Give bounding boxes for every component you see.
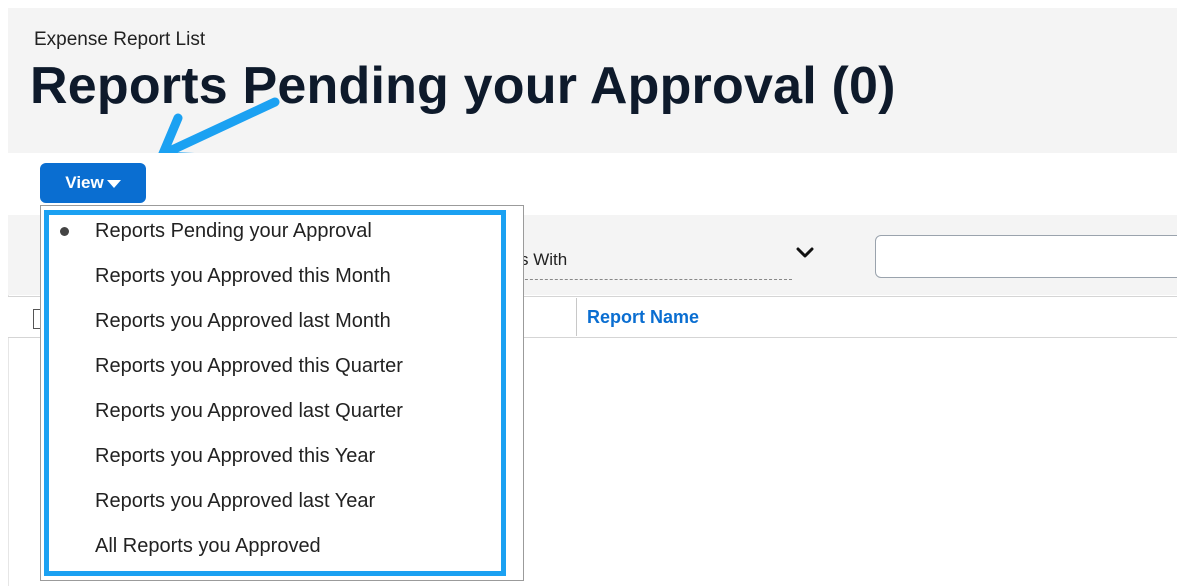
menu-item-approved-last-quarter[interactable]: Reports you Approved last Quarter	[60, 394, 403, 439]
view-button-label: View	[65, 173, 104, 192]
menu-item-label: Reports you Approved this Month	[95, 265, 391, 287]
page: Expense Report List Reports Pending your…	[0, 0, 1177, 586]
menu-item-approved-last-year[interactable]: Reports you Approved last Year	[60, 484, 403, 529]
menu-item-approved-this-year[interactable]: Reports you Approved this Year	[60, 439, 403, 484]
search-input[interactable]	[875, 235, 1177, 278]
caret-down-icon	[106, 180, 121, 188]
menu-item-label: Reports you Approved last Quarter	[95, 400, 403, 422]
menu-item-approved-last-month[interactable]: Reports you Approved last Month	[60, 304, 403, 349]
view-button[interactable]: View	[40, 163, 146, 203]
breadcrumb[interactable]: Expense Report List	[34, 29, 205, 51]
menu-item-label: Reports Pending your Approval	[95, 220, 372, 242]
menu-item-label: Reports you Approved this Quarter	[95, 355, 403, 377]
menu-item-approved-this-month[interactable]: Reports you Approved this Month	[60, 259, 403, 304]
column-header-report-name[interactable]: Report Name	[587, 307, 699, 328]
menu-item-approved-this-quarter[interactable]: Reports you Approved this Quarter	[60, 349, 403, 394]
search-by-value: s With	[520, 249, 568, 269]
search-by-select[interactable]: s With	[500, 240, 792, 280]
view-menu-list: Reports Pending your Approval Reports yo…	[60, 214, 403, 574]
menu-item-label: Reports you Approved last Year	[95, 490, 376, 512]
selected-bullet-icon	[60, 227, 69, 236]
column-divider	[576, 298, 577, 336]
menu-item-label: Reports you Approved last Month	[95, 310, 391, 332]
menu-item-all-approved[interactable]: All Reports you Approved	[60, 529, 403, 574]
menu-item-label: All Reports you Approved	[95, 535, 321, 557]
chevron-down-icon[interactable]	[793, 241, 817, 265]
menu-item-label: Reports you Approved this Year	[95, 445, 376, 467]
menu-item-pending-approval[interactable]: Reports Pending your Approval	[60, 214, 403, 259]
